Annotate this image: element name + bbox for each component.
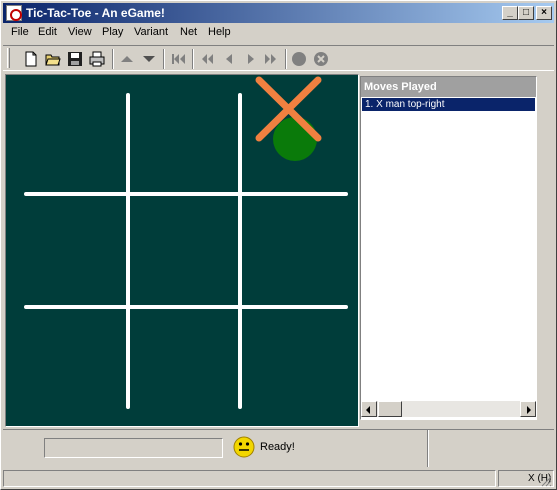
- menu-file[interactable]: File: [11, 26, 29, 38]
- rewind-icon[interactable]: [169, 49, 189, 69]
- save-disk-icon[interactable]: [65, 49, 85, 69]
- toolbar-separator: [285, 49, 287, 69]
- app-window: Tic-Tac-Toe - An eGame! _ □ × File Edit …: [0, 0, 557, 490]
- moves-panel: Moves Played 1. X man top-right: [360, 76, 537, 420]
- game-board[interactable]: [5, 74, 359, 427]
- status-text: Ready!: [260, 441, 295, 453]
- status-cell: [3, 470, 496, 487]
- menu-play[interactable]: Play: [102, 26, 123, 38]
- forward-icon[interactable]: [241, 49, 261, 69]
- maximize-button[interactable]: □: [518, 6, 534, 20]
- menu-variant[interactable]: Variant: [134, 26, 168, 38]
- toolbar-separator: [163, 49, 165, 69]
- app-icon[interactable]: [6, 5, 22, 21]
- progress-bar: [44, 438, 223, 458]
- first-icon[interactable]: [197, 49, 217, 69]
- stop-icon[interactable]: [311, 49, 331, 69]
- print-icon[interactable]: [87, 49, 107, 69]
- toolbar-grip[interactable]: [7, 48, 10, 68]
- toolbar: [3, 45, 554, 71]
- menu-net[interactable]: Net: [180, 26, 197, 38]
- o-piece: [273, 117, 317, 161]
- moves-horizontal-scrollbar[interactable]: [361, 401, 536, 417]
- board-canvas[interactable]: [6, 75, 358, 426]
- moves-header: Moves Played: [361, 77, 536, 97]
- status-bar: Ready!: [3, 429, 554, 467]
- bottom-status-bar: X (H): [3, 468, 554, 488]
- menu-edit[interactable]: Edit: [38, 26, 57, 38]
- open-folder-icon[interactable]: [43, 49, 63, 69]
- status-divider: [427, 430, 429, 467]
- menu-help[interactable]: Help: [208, 26, 231, 38]
- piece-top-right[interactable]: [255, 76, 322, 161]
- window-title: Tic-Tac-Toe - An eGame!: [26, 6, 165, 20]
- title-bar[interactable]: Tic-Tac-Toe - An eGame! _ □ ×: [3, 3, 554, 23]
- menu-view[interactable]: View: [68, 26, 92, 38]
- record-icon[interactable]: [289, 49, 309, 69]
- menu-bar: File Edit View Play Variant Net Help: [3, 24, 554, 42]
- close-button[interactable]: ×: [536, 6, 552, 20]
- scroll-thumb[interactable]: [378, 401, 402, 417]
- last-icon[interactable]: [261, 49, 281, 69]
- resize-grip-icon[interactable]: [540, 475, 552, 487]
- new-document-icon[interactable]: [21, 49, 41, 69]
- smiley-icon: [233, 436, 255, 458]
- move-list-item[interactable]: 1. X man top-right: [362, 98, 535, 111]
- move-up-icon[interactable]: [117, 49, 137, 69]
- toolbar-separator: [112, 49, 114, 69]
- scroll-left-button[interactable]: [361, 401, 377, 417]
- toolbar-separator: [192, 49, 194, 69]
- move-down-icon[interactable]: [139, 49, 159, 69]
- minimize-button[interactable]: _: [502, 6, 518, 20]
- scroll-right-button[interactable]: [520, 401, 536, 417]
- back-icon[interactable]: [219, 49, 239, 69]
